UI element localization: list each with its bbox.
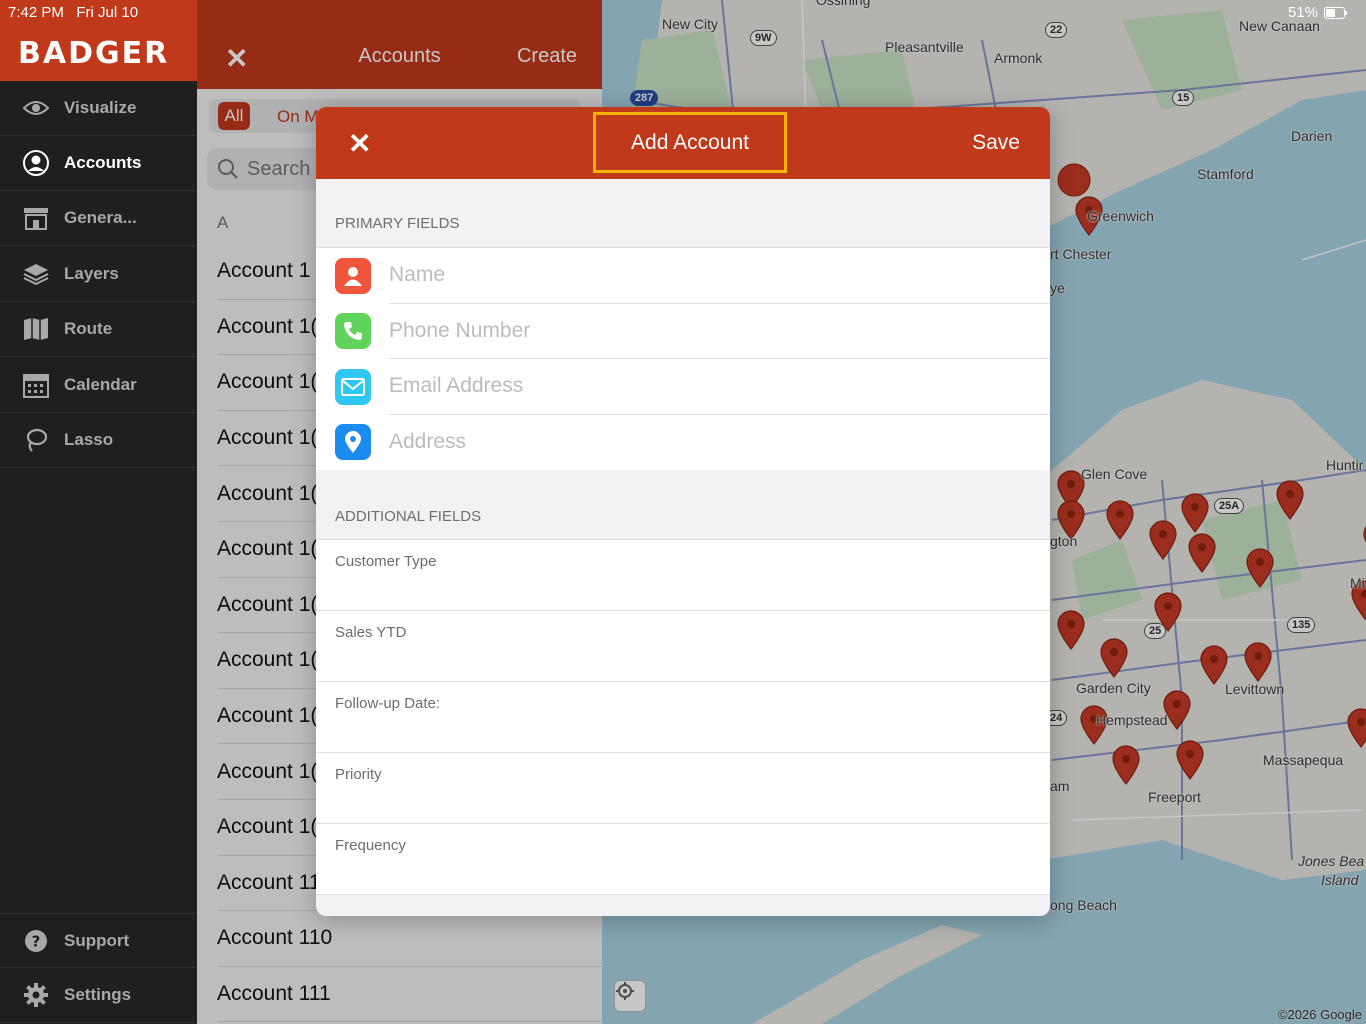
battery-level: 51%	[1287, 4, 1318, 21]
sidebar-item-label: Lasso	[64, 430, 114, 449]
follow-up-date-field[interactable]: Follow-up Date:	[316, 682, 1050, 753]
frequency-field[interactable]: Frequency	[316, 824, 1050, 895]
envelope-icon	[335, 368, 371, 405]
sidebar-item-label: Visualize	[64, 98, 137, 117]
sidebar-item-visualize[interactable]: Visualize	[0, 81, 197, 136]
name-field[interactable]: Name	[316, 248, 1050, 304]
primary-fields-header: PRIMARY FIELDS	[335, 215, 460, 232]
person-circle-icon	[22, 149, 50, 177]
field-label: Sales YTD	[335, 624, 407, 641]
sidebar-item-label: Route	[64, 319, 113, 338]
battery-icon	[1324, 6, 1347, 19]
priority-field[interactable]: Priority	[316, 753, 1050, 824]
additional-fields-group: Customer Type Sales YTD Follow-up Date: …	[316, 539, 1050, 895]
field-label: Follow-up Date:	[335, 695, 441, 712]
customer-type-field[interactable]: Customer Type	[316, 540, 1050, 611]
brand-logo: BADGER	[18, 36, 170, 71]
pin-icon	[335, 424, 371, 461]
sidebar-item-settings[interactable]: Settings	[0, 968, 197, 1023]
question-icon: ?	[22, 927, 50, 955]
status-date-text: Fri Jul 10	[76, 4, 139, 21]
sidebar-item-label: Layers	[64, 264, 119, 283]
sidebar-item-route[interactable]: Route	[0, 302, 197, 357]
person-icon	[335, 257, 371, 294]
sidebar-item-support[interactable]: ? Support	[0, 913, 197, 968]
sidebar-item-label: Support	[64, 930, 130, 950]
gear-icon	[22, 981, 50, 1009]
svg-text:?: ?	[32, 932, 41, 950]
sales-ytd-field[interactable]: Sales YTD	[316, 611, 1050, 682]
map-icon	[22, 315, 50, 343]
save-button[interactable]: Save	[972, 131, 1020, 155]
sidebar-item-general[interactable]: Genera...	[0, 191, 197, 246]
field-label: Frequency	[335, 837, 406, 854]
add-account-modal: ✕ Add Account Save PRIMARY FIELDS Name P…	[316, 107, 1050, 916]
email-field[interactable]: Email Address	[316, 359, 1050, 415]
eye-icon	[22, 94, 50, 122]
phone-icon	[335, 313, 371, 350]
status-right: 51%	[1288, 4, 1348, 21]
phone-field[interactable]: Phone Number	[316, 304, 1050, 359]
status-time-text: 7:42 PM	[8, 4, 64, 21]
sidebar-item-label: Calendar	[64, 375, 137, 394]
field-label: Customer Type	[335, 553, 437, 570]
address-field[interactable]: Address	[316, 415, 1050, 471]
field-label: Priority	[335, 766, 382, 783]
sidebar-item-label: Settings	[64, 985, 132, 1004]
primary-fields-group: Name Phone Number Email Address Address	[316, 247, 1050, 470]
modal-header: ✕ Add Account Save	[316, 107, 1050, 179]
layers-icon	[22, 260, 50, 288]
sidebar-item-accounts[interactable]: Accounts	[0, 136, 197, 191]
lasso-icon	[22, 426, 50, 454]
phone-input[interactable]: Phone Number	[389, 304, 1050, 359]
sidebar-item-layers[interactable]: Layers	[0, 247, 197, 302]
storefront-icon	[22, 204, 50, 232]
additional-fields-header: ADDITIONAL FIELDS	[335, 508, 482, 525]
address-input[interactable]: Address	[389, 415, 1050, 471]
name-input[interactable]: Name	[389, 248, 1050, 304]
sidebar-item-label: Accounts	[64, 153, 142, 172]
sidebar: BADGER 7:42 PM Fri Jul 10 Visualize Acco…	[0, 0, 197, 1024]
modal-title: Add Account	[593, 112, 787, 173]
sidebar-item-label: Genera...	[64, 208, 137, 227]
close-icon[interactable]: ✕	[348, 127, 371, 160]
sidebar-item-lasso[interactable]: Lasso	[0, 413, 197, 468]
email-input[interactable]: Email Address	[389, 359, 1050, 415]
status-time: 7:42 PM Fri Jul 10	[8, 4, 138, 21]
calendar-icon	[22, 371, 50, 399]
sidebar-item-calendar[interactable]: Calendar	[0, 358, 197, 413]
